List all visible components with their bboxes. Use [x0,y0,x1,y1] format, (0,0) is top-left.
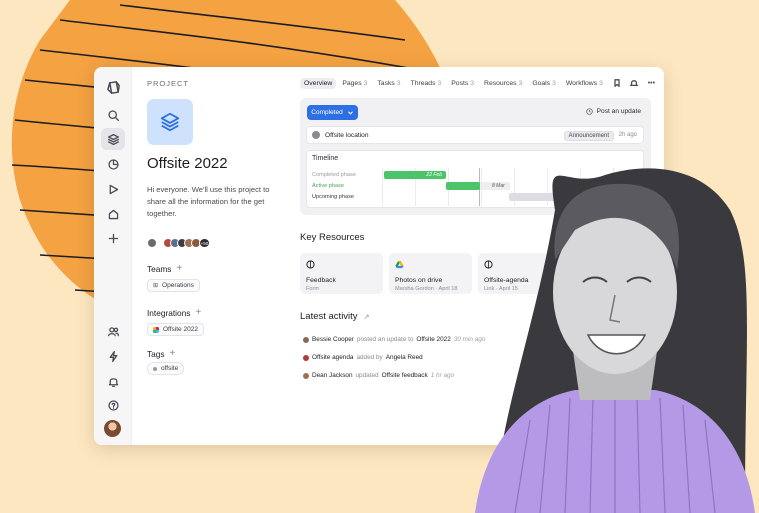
tag-dot-icon [153,366,157,371]
resource-title: Feedback [306,277,336,284]
activity-item[interactable]: Dean Jackson updated Offsite feedback 1 … [303,372,454,379]
page-title: Offsite 2022 [147,155,228,172]
project-panel: PROJECT Offsite 2022 Hi everyone. We'll … [132,67,294,445]
search-icon[interactable] [105,107,121,123]
resource-card[interactable]: Feedback Form [300,253,383,294]
external-link-icon[interactable]: ↗ [364,313,370,321]
eyebrow-label: PROJECT [147,79,190,88]
phase-label-completed: Completed phase [312,172,356,178]
phase-label-upcoming: Upcoming phase [312,194,354,200]
sidebar-rail [94,67,132,445]
activity-verb: updated [355,372,379,379]
form-icon [306,260,315,269]
integrations-heading: Integrations + [147,308,201,319]
tab-label: Overview [304,79,333,87]
layers-icon[interactable] [101,128,125,150]
tab-label: Pages [342,79,362,87]
avatar[interactable] [104,420,121,437]
activity-who: Dean Jackson [312,372,353,379]
phase-bar-label: 22 Feb [426,172,442,178]
activity-what: Angela Reed [385,354,423,361]
teams-label: Teams [147,264,172,274]
activity-what: Offsite feedback [381,372,428,379]
tags-heading: Tags + [147,349,176,360]
phase-bar-completed[interactable]: 22 Feb [384,171,446,179]
resource-sub: Form [306,286,320,292]
activity-who: Offsite agenda [312,354,354,361]
activity-who: Bessie Cooper [312,336,354,343]
team-chip-label: Operations [162,282,194,289]
users-icon[interactable] [105,323,121,339]
phase-label-active: Active phase [312,183,345,189]
tab-pages[interactable]: Pages 3 [338,78,371,89]
add-team-icon[interactable]: + [176,264,182,274]
bolt-icon[interactable] [105,348,121,364]
tab-count: 3 [363,79,368,87]
pie-icon[interactable] [105,156,121,172]
tab-count: 3 [437,79,442,87]
key-resources-title: Key Resources [300,232,365,243]
status-dropdown[interactable]: Completed [307,105,358,120]
help-icon[interactable] [105,397,121,413]
chevron-down-icon [347,111,353,115]
avatar [303,336,309,343]
members-more-badge: +50 [199,238,210,248]
home-icon[interactable] [105,206,121,222]
activity-what: Offsite 2022 [416,336,451,343]
project-icon [147,99,193,145]
integration-chip-label: Offsite 2022 [163,326,198,333]
play-icon[interactable] [105,181,121,197]
google-drive-icon [395,260,404,269]
add-integration-icon[interactable]: + [195,308,201,318]
timeline-title: Timeline [312,155,339,162]
avatar [303,354,309,361]
grid-icon: ⊞ [153,283,159,289]
members-avatars[interactable]: +50 [147,238,210,248]
logo-icon[interactable] [105,79,121,95]
tab-count: 3 [396,79,401,87]
portrait-illustration [475,168,755,513]
status-label: Completed [311,109,343,116]
tab-label: Threads [410,79,436,87]
project-description: Hi everyone. We'll use this project to s… [147,185,270,218]
tag-chip[interactable]: offsite [147,362,185,375]
tags-label: Tags [147,349,165,359]
activity-item[interactable]: Offsite agenda added by Angela Reed [303,354,423,361]
integrations-label: Integrations [147,308,191,318]
latest-activity-heading: Latest activity ↗ [300,311,369,322]
activity-verb: posted an update to [356,336,414,343]
tab-threads[interactable]: Threads 3 [407,78,446,89]
bell-icon[interactable] [105,373,121,389]
slack-icon [153,326,159,333]
announcement-text: Offsite location [325,131,369,139]
tab-tasks[interactable]: Tasks 3 [373,78,404,89]
integration-chip[interactable]: Offsite 2022 [147,323,204,336]
plus-icon[interactable] [105,230,121,246]
team-chip[interactable]: ⊞ Operations [147,279,200,292]
avatar [303,372,309,379]
tab-label: Tasks [377,79,395,87]
tab-overview[interactable]: Overview [300,77,337,89]
add-tag-icon[interactable]: + [170,349,176,359]
activity-when: 1 hr ago [430,372,455,379]
avatar [312,131,320,139]
latest-activity-title: Latest activity [300,311,358,322]
avatar [147,238,157,248]
teams-heading: Teams + [147,264,182,275]
activity-verb: added by [356,354,383,361]
tag-chip-label: offsite [161,365,179,372]
